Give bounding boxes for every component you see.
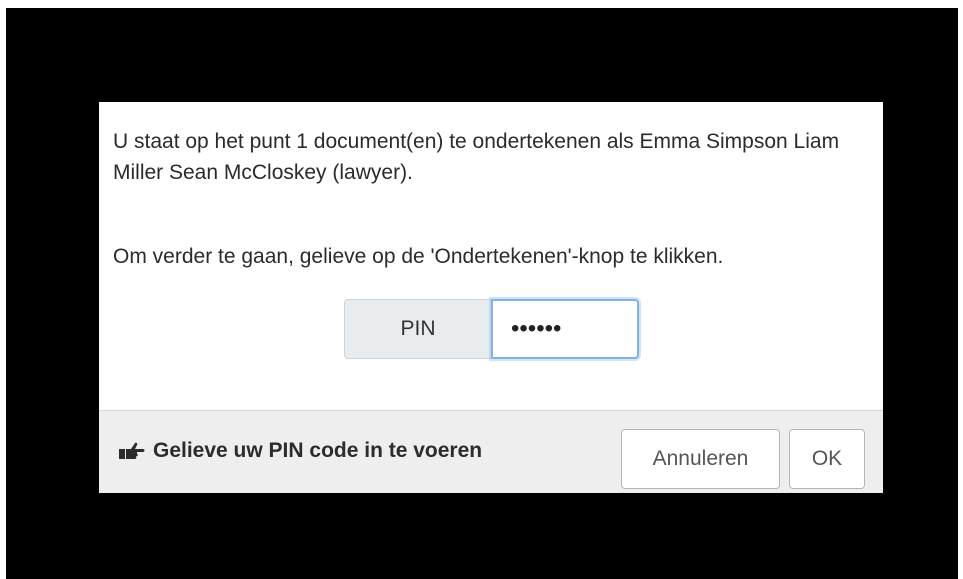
dialog-footer: Gelieve uw PIN code in te voeren Annuler…: [99, 410, 883, 493]
pin-label: PIN: [344, 299, 491, 359]
continue-instruction: Om verder te gaan, gelieve op de 'Ondert…: [113, 245, 724, 268]
ok-button[interactable]: OK: [789, 429, 865, 489]
pin-input[interactable]: [491, 299, 639, 359]
pin-hint-text: Gelieve uw PIN code in te voeren: [153, 439, 483, 462]
pin-dialog: U staat op het punt 1 document(en) te on…: [99, 102, 883, 493]
pin-hint: Gelieve uw PIN code in te voeren: [117, 437, 482, 465]
pin-input-group: PIN: [344, 299, 639, 359]
cancel-button[interactable]: Annuleren: [621, 429, 780, 489]
hand-pointing-right-icon: [117, 441, 145, 461]
dialog-body: U staat op het punt 1 document(en) te on…: [99, 102, 883, 410]
signing-message: U staat op het punt 1 document(en) te on…: [113, 130, 840, 184]
